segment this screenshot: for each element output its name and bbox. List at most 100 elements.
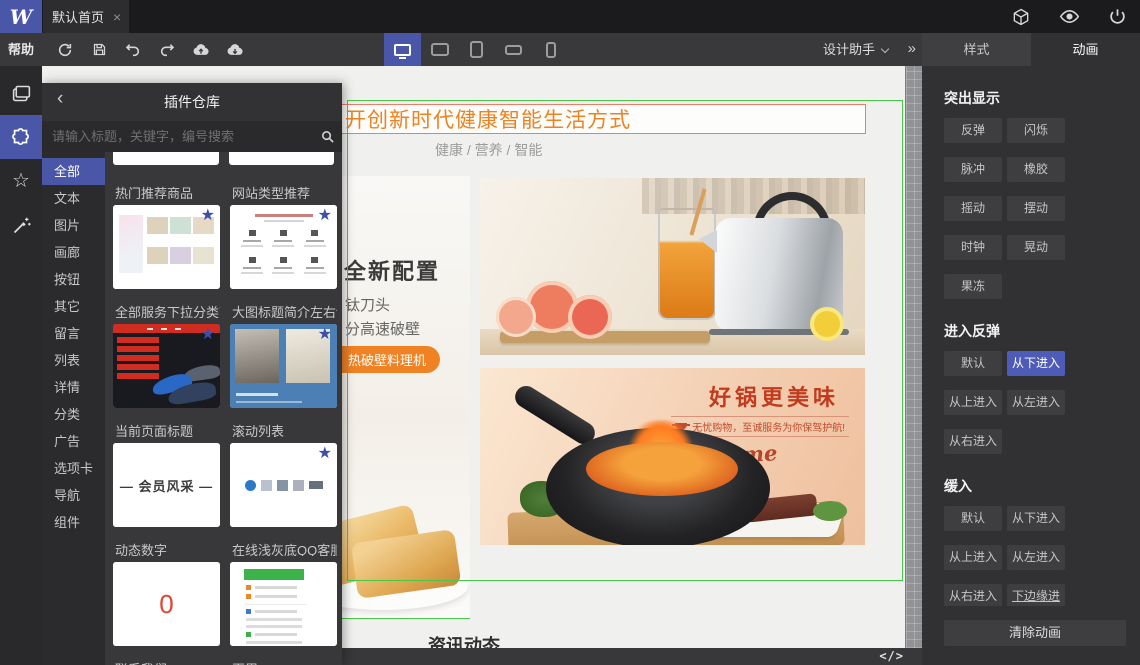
plugin-item-card[interactable]: 0	[113, 562, 220, 646]
undo-icon[interactable]	[122, 39, 144, 61]
animation-button[interactable]: 下边缘进	[1007, 584, 1065, 606]
plugin-category[interactable]: 全部	[42, 158, 105, 185]
plugin-item: 网站类型推荐 ★	[230, 183, 337, 302]
favorite-star-icon[interactable]: ★	[201, 206, 215, 225]
save-icon[interactable]	[88, 39, 110, 61]
animation-button[interactable]: 晃动	[1007, 235, 1065, 260]
cloud-upload-icon[interactable]	[190, 39, 212, 61]
plugin-item-card[interactable]: ★	[113, 324, 220, 408]
plugin-library-panel: ‹ 插件仓库 全部文本图片画廊按钮其它留言列表详情分类广告选项卡导航组件 热门推…	[42, 83, 342, 665]
plugin-category[interactable]: 其它	[42, 293, 105, 320]
plugin-item-card-partial[interactable]	[113, 152, 219, 165]
plugin-category[interactable]: 图片	[42, 212, 105, 239]
animation-section-title: 缓入	[944, 478, 972, 494]
animation-button[interactable]: 从上进入	[944, 545, 1002, 570]
animation-button[interactable]: 默认	[944, 506, 1002, 531]
animation-button-group: 默认 从下进入从上进入 从左进入从右进入	[944, 351, 1128, 468]
favorite-star-icon[interactable]: ★	[318, 325, 332, 344]
animation-button[interactable]: 摆动	[1007, 196, 1065, 221]
animation-button[interactable]: 橡胶	[1007, 157, 1065, 182]
plugin-category[interactable]: 留言	[42, 320, 105, 347]
design-assistant-menu[interactable]: 设计助手	[823, 33, 890, 66]
device-tablet-portrait-button[interactable]	[458, 33, 495, 66]
animation-button[interactable]: 摇动	[944, 196, 1002, 221]
canvas-scrollbar[interactable]	[905, 66, 922, 648]
animation-button[interactable]: 从右进入	[944, 429, 1002, 454]
news-section-title[interactable]: 资讯动态	[428, 632, 500, 648]
plugin-category[interactable]: 选项卡	[42, 455, 105, 482]
plugin-item-label: 页眉2	[232, 659, 337, 665]
site-builder-window: 开创新时代健康智能生活方式 健康 / 营养 / 智能 全新配置 钛刀头 分高速破…	[0, 0, 1140, 665]
clear-animation-button[interactable]: 清除动画	[944, 620, 1126, 646]
animation-button[interactable]: 从左进入	[1007, 545, 1065, 570]
back-chevron-icon[interactable]: ‹	[57, 89, 63, 108]
page-tab[interactable]: 默认首页 ×	[43, 0, 129, 33]
device-phone-portrait-button[interactable]	[532, 33, 569, 66]
help-menu[interactable]: 帮助	[8, 33, 34, 66]
plugin-item-label: 网站类型推荐	[232, 186, 311, 199]
device-phone-landscape-button[interactable]	[495, 33, 532, 66]
plugin-category[interactable]: 广告	[42, 428, 105, 455]
plugin-item-card[interactable]: ★	[113, 205, 220, 289]
app-logo: W	[0, 0, 42, 33]
device-desktop-button[interactable]	[384, 33, 421, 66]
rail-magic-wand-icon[interactable]	[0, 203, 42, 247]
favorite-star-icon[interactable]: ★	[318, 444, 332, 463]
plugin-item-label: 动态数字	[115, 543, 168, 556]
tab-animation[interactable]: 动画	[1031, 33, 1140, 66]
rail-pages-icon[interactable]	[0, 71, 42, 115]
animation-button[interactable]: 默认	[944, 351, 1002, 376]
device-tablet-landscape-button[interactable]	[421, 33, 458, 66]
plugin-item-card[interactable]: — 会员风采 —	[113, 443, 220, 527]
toolbar-more-button[interactable]: »	[908, 33, 916, 66]
refresh-icon[interactable]	[54, 39, 76, 61]
plugin-category[interactable]: 分类	[42, 401, 105, 428]
plugin-category[interactable]: 画廊	[42, 239, 105, 266]
components-cube-icon[interactable]	[1010, 6, 1032, 28]
page-tab-label: 默认首页	[52, 10, 105, 25]
plugin-item-card-partial[interactable]	[228, 152, 334, 165]
animation-section-title: 进入反弹	[944, 323, 1000, 339]
rail-favorites-icon[interactable]: ☆	[0, 159, 42, 203]
animation-button[interactable]: 脉冲	[944, 157, 1002, 182]
plugin-item: 全部服务下拉分类带... ★	[113, 302, 220, 421]
plugin-category[interactable]: 文本	[42, 185, 105, 212]
animation-button[interactable]: 从下进入	[1007, 506, 1065, 531]
animation-button[interactable]: 闪烁	[1007, 118, 1065, 143]
plugin-item-card[interactable]	[230, 562, 337, 646]
plugin-category[interactable]: 列表	[42, 347, 105, 374]
plugin-thumbnail: — 会员风采 —	[113, 443, 220, 527]
plugin-item-card[interactable]: ★	[230, 324, 337, 408]
redo-icon[interactable]	[156, 39, 178, 61]
code-view-icon[interactable]: </>	[879, 649, 904, 663]
plugin-item-card[interactable]: ★	[230, 205, 337, 289]
animation-button[interactable]: 从左进入	[1007, 390, 1065, 415]
animation-button[interactable]: 从上进入	[944, 390, 1002, 415]
preview-eye-icon[interactable]	[1058, 6, 1080, 28]
rail-plugins-icon[interactable]	[0, 115, 42, 159]
search-icon[interactable]	[312, 129, 342, 144]
animation-button[interactable]: 从下进入	[1007, 351, 1065, 376]
chevron-down-icon	[880, 44, 890, 54]
plugin-item: 当前页面标题 — 会员风采 —	[113, 421, 220, 540]
plugin-category[interactable]: 详情	[42, 374, 105, 401]
power-exit-icon[interactable]	[1106, 6, 1128, 28]
plugin-category[interactable]: 导航	[42, 482, 105, 509]
favorite-star-icon[interactable]: ★	[201, 325, 215, 344]
animation-button[interactable]: 从右进入	[944, 584, 1002, 606]
plugin-categories: 全部 文本 图片 画廊 按钮 其它 留言 列表 详情 分类 广告 选项卡 导航 组件	[42, 152, 105, 665]
plugin-item-card[interactable]: ★	[230, 443, 337, 527]
animation-button[interactable]: 反弹	[944, 118, 1002, 143]
close-tab-icon[interactable]: ×	[113, 10, 121, 24]
title-bar: W 默认首页 ×	[0, 0, 1140, 33]
plugin-category[interactable]: 组件	[42, 509, 105, 536]
search-input[interactable]	[42, 129, 312, 144]
favorite-star-icon[interactable]: ★	[318, 206, 332, 225]
plugin-category[interactable]: 按钮	[42, 266, 105, 293]
animation-button-group: 默认从下进入从上进入从左进入从右进入下边缘进上边缘进左边缘进右边缘进	[944, 506, 1128, 606]
animation-button[interactable]: 时钟	[944, 235, 1002, 260]
cloud-download-icon[interactable]	[224, 39, 246, 61]
tab-style[interactable]: 样式	[922, 33, 1031, 66]
animation-button[interactable]: 果冻	[944, 274, 1002, 299]
plugin-item: 大图标题简介左右切... ★	[230, 302, 337, 421]
